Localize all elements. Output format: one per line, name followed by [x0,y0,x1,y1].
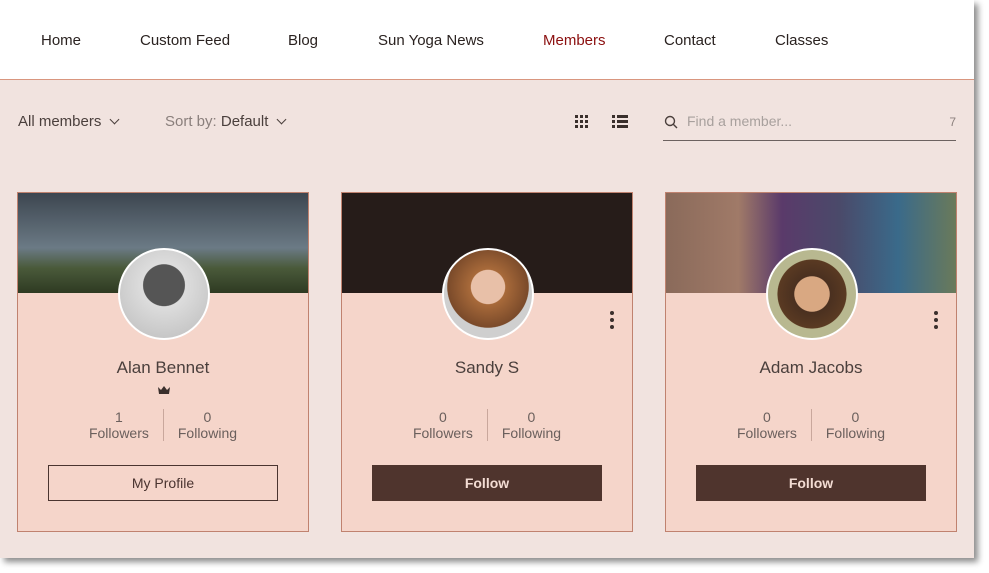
member-card: Alan Bennet 1 Followers 0 Following My Prof… [17,192,309,532]
follow-button[interactable]: Follow [372,465,602,501]
nav-sun-yoga-news[interactable]: Sun Yoga News [378,32,484,49]
followers-count: 1 [115,409,123,425]
member-name[interactable]: Adam Jacobs [666,358,956,378]
following-count: 0 [203,409,212,425]
more-options-icon[interactable] [934,311,938,332]
followers-stat[interactable]: 0 Followers [399,409,487,441]
member-card: Sandy S 0 Followers 0 Following Follow [341,192,633,532]
my-profile-button[interactable]: My Profile [48,465,278,501]
sort-label: Sort by: [165,113,217,130]
avatar[interactable] [118,248,210,340]
nav-contact[interactable]: Contact [664,32,716,49]
list-view-icon[interactable] [612,115,628,128]
follow-button[interactable]: Follow [696,465,926,501]
search-input[interactable]: Find a member... 7 [663,109,956,141]
sort-value: Default [220,113,269,130]
followers-count: 0 [439,409,447,425]
sort-dropdown[interactable]: Sort by: Default [165,113,287,130]
following-label: Following [501,425,562,441]
search-placeholder: Find a member... [687,113,793,129]
filter-label: All members [18,113,102,130]
following-stat[interactable]: 0 Following [162,409,251,441]
search-icon [664,115,678,129]
following-count: 0 [527,409,536,425]
followers-count: 0 [763,409,771,425]
filter-dropdown[interactable]: All members [18,113,120,130]
member-name[interactable]: Sandy S [342,358,632,378]
member-card: Adam Jacobs 0 Followers 0 Following Follow [665,192,957,532]
chevron-down-icon [109,114,120,125]
following-label: Following [177,425,238,441]
followers-label: Followers [88,425,149,441]
following-label: Following [825,425,886,441]
crown-icon [158,386,170,394]
avatar[interactable] [766,248,858,340]
top-nav: Home Custom Feed Blog Sun Yoga News Memb… [0,0,974,80]
page: Home Custom Feed Blog Sun Yoga News Memb… [0,0,974,558]
followers-label: Followers [736,425,797,441]
following-count: 0 [851,409,860,425]
followers-stat[interactable]: 1 Followers [75,409,163,441]
nav-custom-feed[interactable]: Custom Feed [140,32,230,49]
nav-blog[interactable]: Blog [288,32,318,49]
following-stat[interactable]: 0 Following [486,409,575,441]
more-options-icon[interactable] [610,311,614,332]
grid-view-icon[interactable] [575,115,588,128]
chevron-down-icon [276,114,287,125]
member-count: 7 [949,115,956,129]
followers-stat[interactable]: 0 Followers [723,409,811,441]
member-name[interactable]: Alan Bennet [18,358,308,378]
followers-label: Followers [412,425,473,441]
nav-classes[interactable]: Classes [775,32,828,49]
following-stat[interactable]: 0 Following [810,409,899,441]
avatar[interactable] [442,248,534,340]
nav-home[interactable]: Home [41,32,81,49]
nav-members[interactable]: Members [543,32,606,49]
